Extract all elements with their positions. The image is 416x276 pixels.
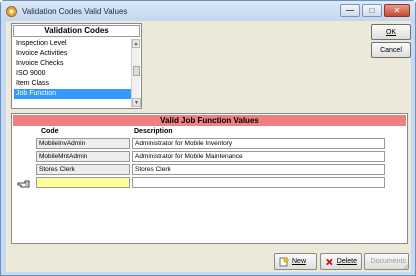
new-code-input[interactable] (36, 177, 130, 188)
dialog-body: Validation Codes Inspection Level Invoice… (6, 21, 411, 272)
close-button[interactable]: ✕ (384, 4, 410, 17)
description-cell[interactable]: Administrator for Mobile Inventory (132, 138, 385, 149)
code-cell[interactable]: Stores Clerk (36, 164, 130, 175)
app-icon (6, 5, 17, 17)
valid-values-header: Valid Job Function Values (13, 115, 406, 126)
cancel-button-label: Cancel (380, 46, 402, 54)
delete-button-label: Delete (336, 258, 357, 265)
validation-codes-list: Inspection Level Invoice Activities Invoic… (14, 39, 132, 99)
valid-values-panel: Valid Job Function Values Code Descripti… (11, 113, 408, 244)
description-cell[interactable]: Administrator for Mobile Maintenance (132, 151, 385, 162)
code-cell[interactable]: MobileMntAdmin (36, 151, 130, 162)
description-column-header: Description (134, 128, 173, 135)
new-button[interactable]: New (274, 253, 317, 270)
codes-scrollbar[interactable]: ▲ ▼ (131, 39, 141, 107)
list-item[interactable]: Inspection Level (14, 39, 132, 49)
list-item[interactable]: Item Class (14, 79, 132, 89)
validation-codes-header: Validation Codes (13, 25, 140, 37)
ok-button-label: OK (385, 28, 397, 36)
new-record-icon (279, 257, 289, 266)
list-item[interactable]: Invoice Checks (14, 59, 132, 69)
scroll-down-arrow-icon[interactable]: ▼ (132, 98, 141, 107)
title-bar[interactable]: Validation Codes Valid Values — □ ✕ (1, 1, 415, 21)
documents-icon (367, 260, 369, 263)
scroll-up-arrow-icon[interactable]: ▲ (132, 39, 140, 48)
resize-grip-icon[interactable] (402, 263, 410, 271)
description-cell[interactable]: Stores Clerk (132, 164, 385, 175)
list-item[interactable]: Invoice Activities (14, 49, 132, 59)
pointing-hand-icon (17, 180, 30, 188)
delete-x-icon (326, 258, 333, 265)
new-button-label: New (292, 258, 307, 265)
new-description-input[interactable] (132, 177, 385, 188)
code-column-header: Code (41, 128, 59, 135)
window-title: Validation Codes Valid Values (22, 6, 128, 16)
list-item[interactable]: ISO 9000 (14, 69, 132, 79)
code-cell[interactable]: MobileInvAdmin (36, 138, 130, 149)
validation-codes-listbox[interactable]: Validation Codes Inspection Level Invoice… (11, 23, 142, 109)
delete-button[interactable]: Delete (320, 253, 362, 270)
minimize-button[interactable]: — (340, 4, 360, 17)
bottom-toolbar: New Delete Documents (6, 249, 411, 271)
ok-button[interactable]: OK (371, 24, 411, 40)
restore-button[interactable]: □ (362, 4, 382, 17)
cancel-button[interactable]: Cancel (371, 42, 411, 58)
list-item[interactable]: Job Function (14, 89, 132, 99)
documents-button-label: Documents (370, 258, 406, 265)
app-window: Validation Codes Valid Values — □ ✕ Vali… (0, 0, 416, 276)
scroll-thumb[interactable] (133, 66, 140, 76)
